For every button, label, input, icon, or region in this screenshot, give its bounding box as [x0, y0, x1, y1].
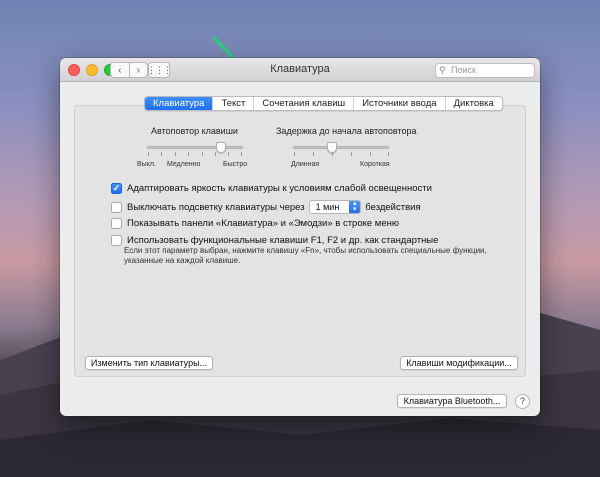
show-panels-label: Показывать панели «Клавиатура» и «Эмодзи…	[127, 218, 399, 229]
repeat-slider-knob[interactable]	[216, 142, 226, 153]
search-placeholder: Поиск	[451, 65, 476, 75]
delay-slider-track[interactable]	[293, 146, 389, 149]
backlight-timeout-select[interactable]: 1 мин ▴ ▾	[308, 200, 362, 214]
tab-input-sources[interactable]: Источники ввода	[353, 97, 444, 110]
keyboard-preferences-window: ‹ › ⋮⋮⋮ Клавиатура ⚲ Поиск Автоповтор кл…	[60, 58, 540, 416]
backlight-label: Выключать подсветку клавиатуры через	[127, 201, 305, 213]
tick	[241, 152, 242, 156]
tick	[351, 152, 352, 156]
search-icon: ⚲	[439, 65, 446, 75]
change-keyboard-type-button[interactable]: Изменить тип клавиатуры...	[85, 356, 213, 370]
delay-slider-knob[interactable]	[327, 142, 337, 153]
tick	[388, 152, 389, 156]
search-field[interactable]: ⚲ Поиск	[435, 63, 535, 78]
tick	[188, 152, 189, 156]
repeat-tick-slow: Медленно	[167, 161, 201, 168]
tab-shortcuts[interactable]: Сочетания клавиш	[253, 97, 353, 110]
brightness-option[interactable]: Адаптировать яркость клавиатуры к услови…	[111, 183, 432, 194]
backlight-option[interactable]: Выключать подсветку клавиатуры через 1 м…	[111, 200, 421, 214]
repeat-slider-track[interactable]	[147, 146, 243, 149]
tab-bar: Клавиатура Текст Сочетания клавиш Источн…	[144, 96, 503, 111]
title-bar: ‹ › ⋮⋮⋮ Клавиатура ⚲ Поиск	[60, 58, 540, 82]
tick	[370, 152, 371, 156]
modifier-keys-button[interactable]: Клавиши модификации...	[400, 356, 518, 370]
tab-dictation[interactable]: Диктовка	[444, 97, 502, 110]
delay-slider-label: Задержка до начала автоповтора	[276, 126, 417, 136]
fn-keys-option[interactable]: Использовать функциональные клавиши F1, …	[111, 235, 438, 246]
brightness-label: Адаптировать яркость клавиатуры к услови…	[127, 183, 432, 194]
settings-panel: Автоповтор клавиши Выкл. Медленно Быстро…	[74, 105, 526, 377]
fn-keys-note: Если этот параметр выбран, нажмите клави…	[124, 246, 487, 265]
fn-keys-checkbox[interactable]	[111, 235, 122, 246]
repeat-tick-off: Выкл.	[137, 161, 156, 168]
backlight-timeout-value: 1 мин	[315, 202, 340, 212]
tick	[161, 152, 162, 156]
tab-keyboard[interactable]: Клавиатура	[145, 97, 213, 110]
repeat-tick-fast: Быстро	[223, 161, 248, 168]
backlight-suffix: бездействия	[365, 201, 421, 213]
tick	[202, 152, 203, 156]
tick	[215, 152, 216, 156]
show-panels-checkbox[interactable]	[111, 218, 122, 229]
tick	[148, 152, 149, 156]
show-panels-option[interactable]: Показывать панели «Клавиатура» и «Эмодзи…	[111, 218, 399, 229]
repeat-slider-label: Автоповтор клавиши	[151, 126, 238, 136]
tick	[294, 152, 295, 156]
brightness-checkbox[interactable]	[111, 183, 122, 194]
fn-keys-label: Использовать функциональные клавиши F1, …	[127, 235, 439, 246]
tick	[228, 152, 229, 156]
bluetooth-keyboard-button[interactable]: Клавиатура Bluetooth...	[397, 394, 507, 408]
backlight-checkbox[interactable]	[111, 201, 122, 213]
delay-tick-long: Длинная	[291, 161, 320, 168]
chevron-updown-icon: ▴ ▾	[349, 200, 361, 213]
help-button[interactable]: ?	[515, 394, 530, 409]
tick	[313, 152, 314, 156]
tick	[175, 152, 176, 156]
tab-text[interactable]: Текст	[212, 97, 253, 110]
delay-tick-short: Короткая	[360, 161, 390, 168]
